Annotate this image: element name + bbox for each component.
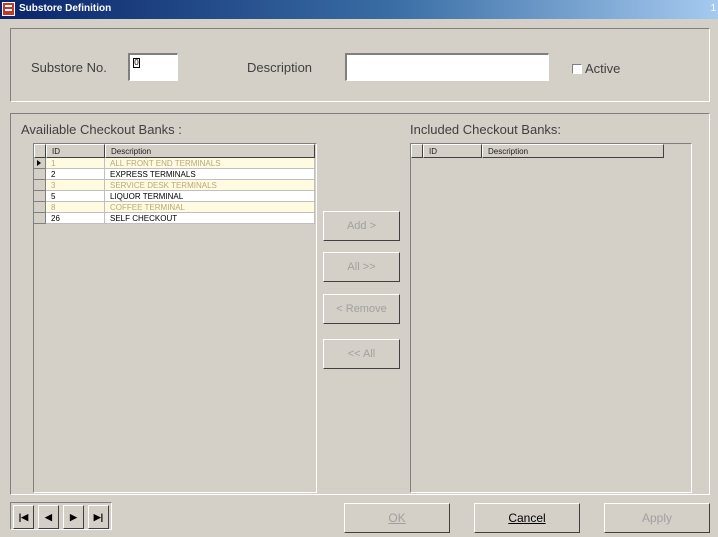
app-icon: [2, 2, 15, 16]
available-grid-header: ID Description: [34, 144, 315, 158]
active-label: Active: [585, 61, 621, 76]
add-all-button[interactable]: All >>: [323, 252, 400, 282]
header-indicator-cell: [411, 144, 423, 158]
last-record-icon[interactable]: ▶|: [88, 505, 109, 529]
substore-header-panel: Substore No. 0 Description Active: [10, 28, 710, 102]
included-grid-header: ID Description: [411, 144, 664, 158]
table-row[interactable]: 1 ALL FRONT END TERMINALS: [34, 158, 315, 169]
active-checkbox[interactable]: [572, 64, 582, 74]
description-label: Description: [247, 60, 313, 75]
row-indicator: [34, 202, 46, 213]
substore-no-label: Substore No.: [31, 60, 107, 75]
table-row[interactable]: 2 EXPRESS TERMINALS: [34, 169, 315, 180]
table-row[interactable]: 8 COFFEE TERMINAL: [34, 202, 315, 213]
cell-id: 8: [46, 202, 105, 213]
included-grid[interactable]: ID Description: [410, 143, 692, 493]
next-record-icon[interactable]: ▶: [63, 505, 84, 529]
cancel-button-label: Cancel: [508, 511, 546, 525]
ok-button[interactable]: OK: [344, 503, 450, 533]
current-row-pointer-icon: [37, 160, 41, 166]
available-grid[interactable]: ID Description 1 ALL FRONT END TERMINALS…: [33, 143, 317, 493]
substore-no-value: 0: [133, 58, 140, 68]
header-indicator-cell: [34, 144, 46, 158]
column-header-description[interactable]: Description: [482, 144, 664, 158]
record-navigator: |◀ ◀ ▶ ▶|: [10, 502, 112, 530]
cell-id: 26: [46, 213, 105, 224]
ok-button-label: OK: [388, 511, 406, 525]
row-indicator: [34, 191, 46, 202]
add-button-label: Add >: [346, 220, 377, 232]
add-button[interactable]: Add >: [323, 211, 400, 241]
table-row[interactable]: 3 SERVICE DESK TERMINALS: [34, 180, 315, 191]
substore-definition-window: Substore Definition 1 Substore No. 0 Des…: [0, 0, 718, 537]
title-bar: Substore Definition 1: [0, 0, 718, 19]
table-row[interactable]: 5 LIQUOR TERMINAL: [34, 191, 315, 202]
available-heading: Availiable Checkout Banks :: [21, 122, 182, 137]
cell-description: SELF CHECKOUT: [105, 213, 315, 224]
cell-id: 2: [46, 169, 105, 180]
title-bar-corner-text: 1: [710, 3, 716, 14]
remove-button[interactable]: < Remove: [323, 294, 400, 324]
row-indicator: [34, 180, 46, 191]
cell-id: 1: [46, 158, 105, 169]
cell-id: 5: [46, 191, 105, 202]
cell-description: SERVICE DESK TERMINALS: [105, 180, 315, 191]
column-header-description[interactable]: Description: [105, 144, 315, 158]
included-heading: Included Checkout Banks:: [410, 122, 562, 137]
cancel-button[interactable]: Cancel: [474, 503, 580, 533]
checkout-banks-panel: Availiable Checkout Banks : Included Che…: [10, 113, 710, 495]
cell-description: EXPRESS TERMINALS: [105, 169, 315, 180]
column-header-id[interactable]: ID: [423, 144, 482, 158]
remove-all-button[interactable]: << All: [323, 339, 400, 369]
first-record-icon[interactable]: |◀: [13, 505, 34, 529]
window-title: Substore Definition: [19, 3, 112, 14]
cell-id: 3: [46, 180, 105, 191]
remove-button-label: < Remove: [336, 303, 387, 315]
apply-button-label: Apply: [641, 511, 673, 525]
row-indicator: [34, 213, 46, 224]
substore-no-input[interactable]: 0: [128, 53, 178, 81]
cell-description: LIQUOR TERMINAL: [105, 191, 315, 202]
row-indicator: [34, 158, 46, 169]
prev-record-icon[interactable]: ◀: [38, 505, 59, 529]
row-indicator: [34, 169, 46, 180]
column-header-id[interactable]: ID: [46, 144, 105, 158]
cell-description: ALL FRONT END TERMINALS: [105, 158, 315, 169]
apply-button[interactable]: Apply: [604, 503, 710, 533]
cell-description: COFFEE TERMINAL: [105, 202, 315, 213]
table-row[interactable]: 26 SELF CHECKOUT: [34, 213, 315, 224]
description-input[interactable]: [345, 53, 549, 81]
remove-all-button-label: << All: [347, 348, 376, 360]
add-all-button-label: All >>: [347, 261, 376, 273]
